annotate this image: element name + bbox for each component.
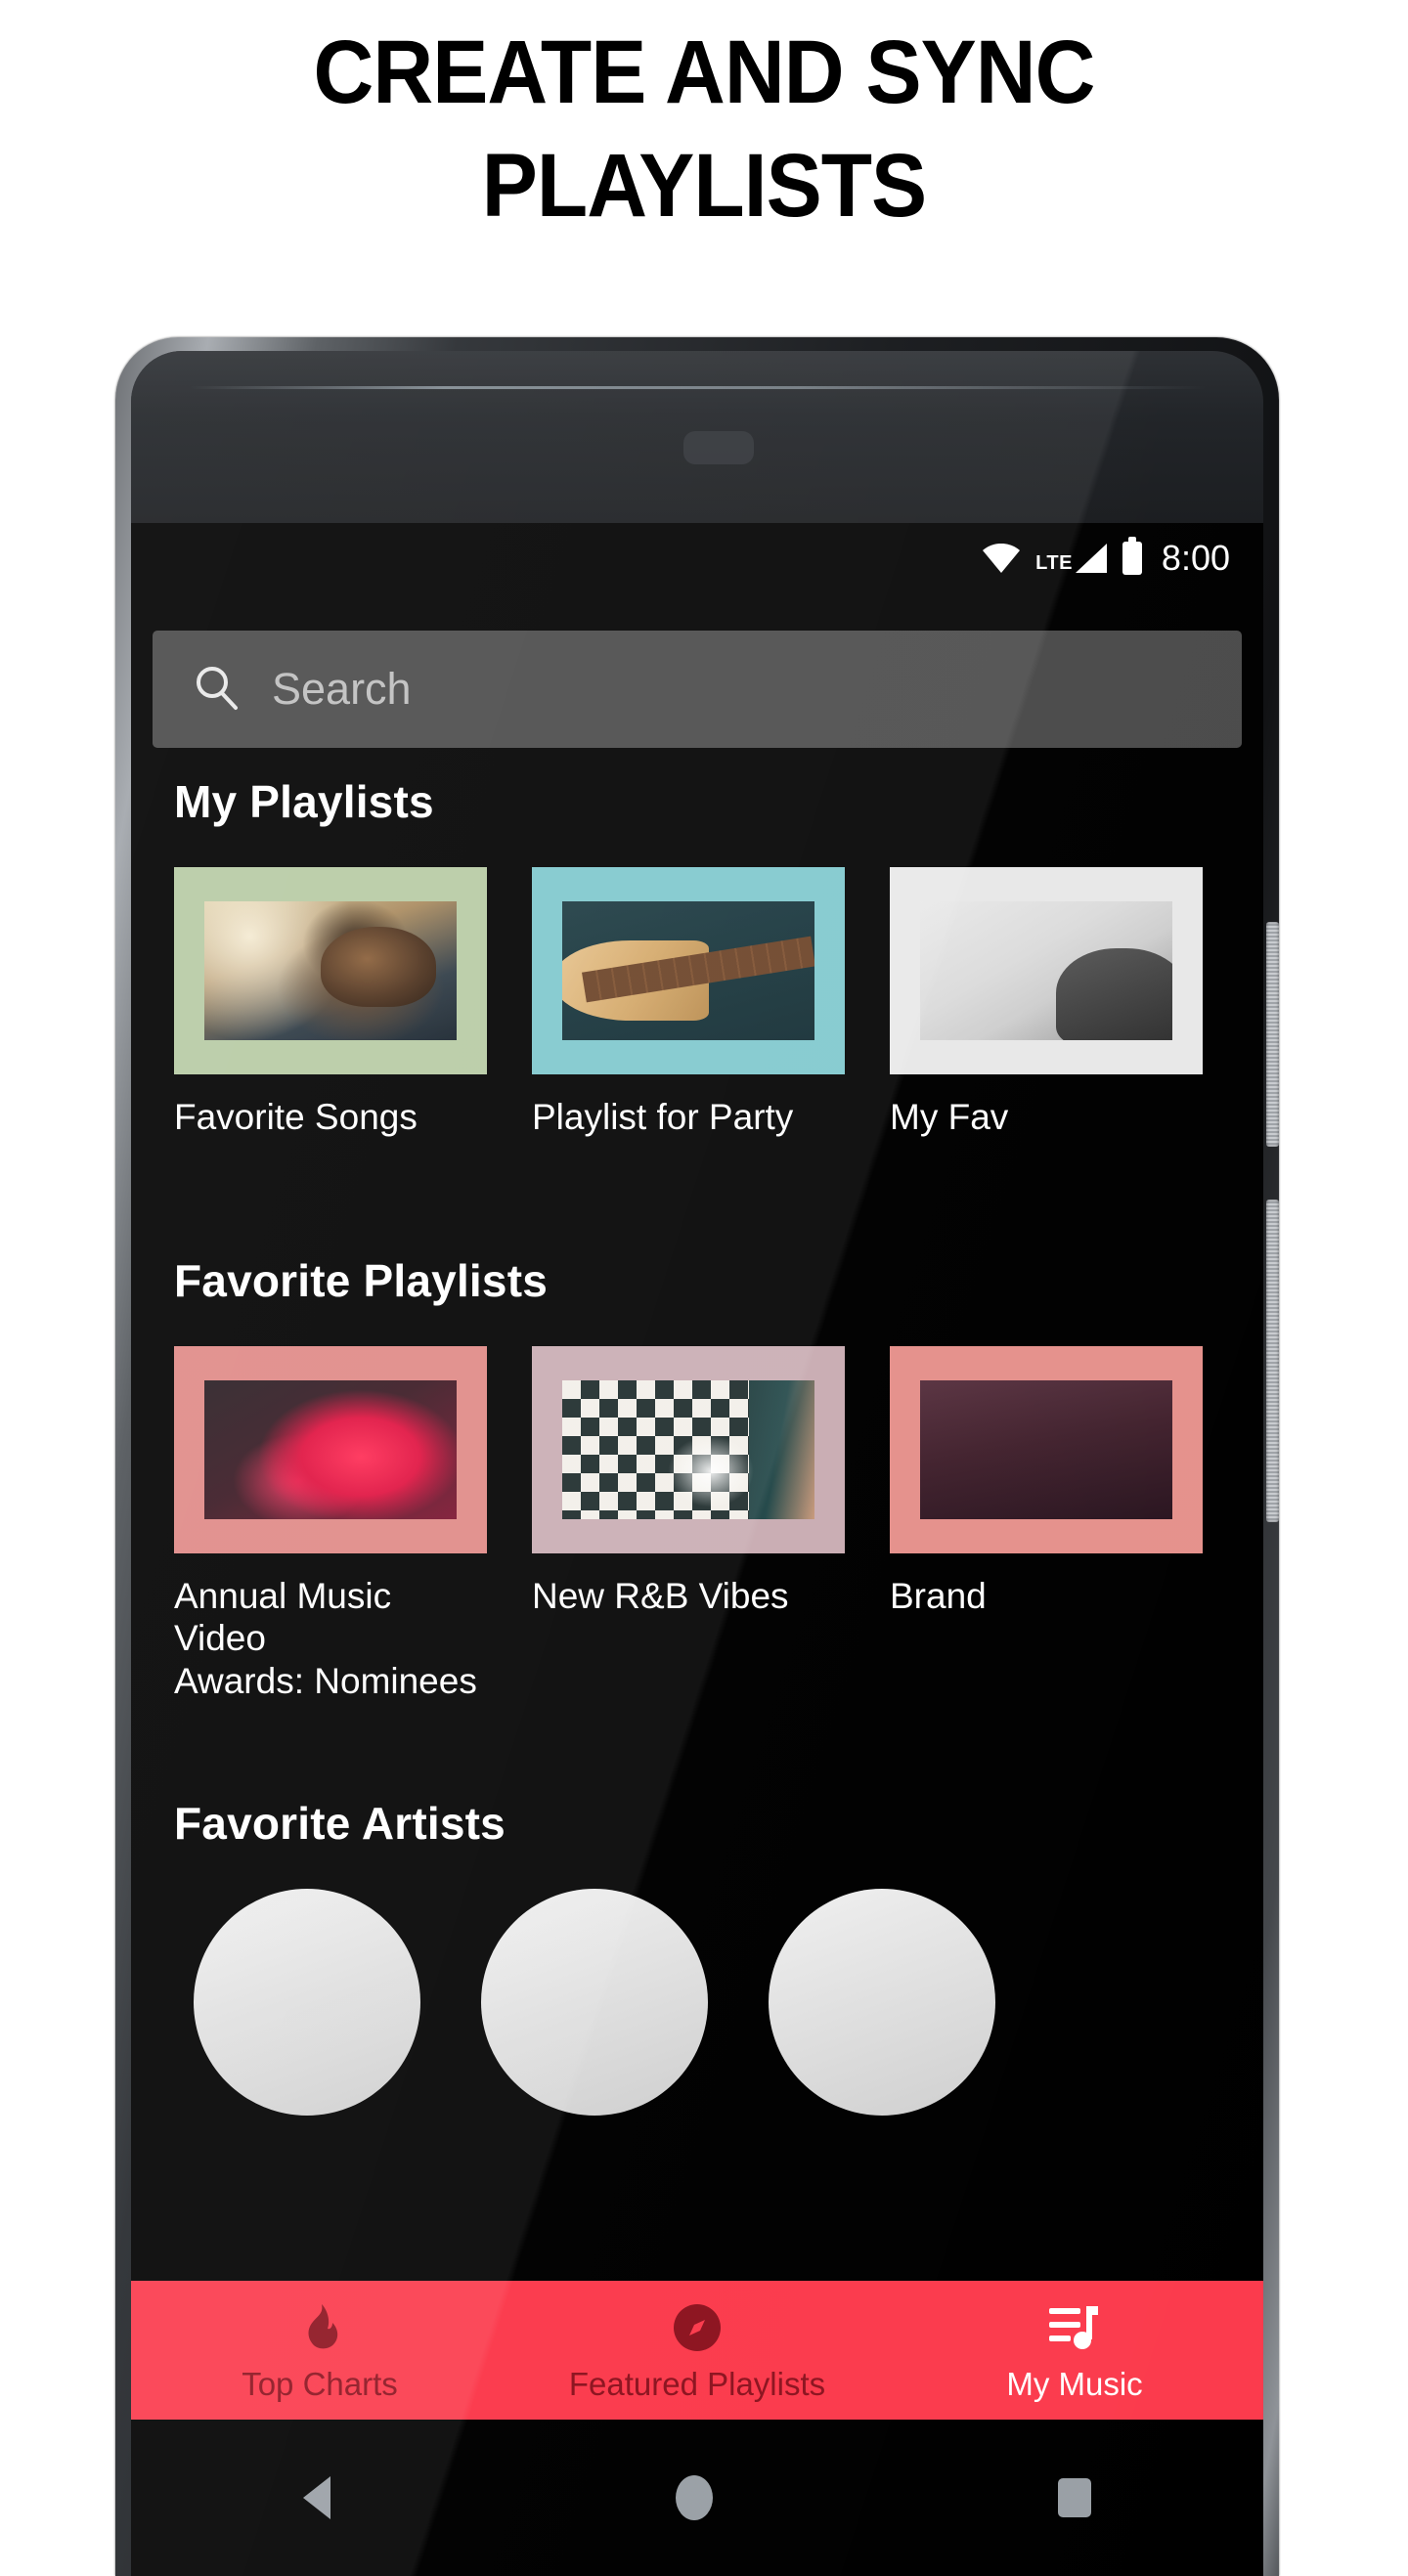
nav-tab-label: Top Charts (242, 2365, 398, 2402)
playlist-thumbnail (890, 1345, 1203, 1553)
playlist-artwork (204, 901, 457, 1040)
signal-icon: LTE (1035, 544, 1107, 573)
playlist-card-label: My Fav (890, 1097, 1009, 1137)
nav-tab-my-music[interactable]: My Music (886, 2301, 1263, 2400)
page-title: CREATE AND SYNC PLAYLISTS (49, 27, 1358, 231)
playlist-card[interactable]: Annual Music Video Awards: Nominees (174, 1345, 487, 1703)
home-circle-icon[interactable] (675, 2475, 713, 2520)
playlist-artwork (562, 901, 814, 1040)
playlist-thumbnail (532, 867, 845, 1074)
playlist-card-label: Annual Music Video Awards: Nominees (174, 1575, 477, 1701)
status-bar-clock: 8:00 (1161, 538, 1230, 578)
playlist-card[interactable]: My Fav (890, 867, 1203, 1139)
bottom-navigation-bar: Top Charts Featured Playlists My Music (131, 2281, 1263, 2420)
search-input[interactable]: Search (153, 631, 1242, 748)
artist-avatar[interactable] (769, 1888, 995, 2116)
playlist-row-my-playlists[interactable]: Favorite Songs Playlist for Party My Fav (174, 867, 1263, 1139)
nav-tab-top-charts[interactable]: Top Charts (131, 2301, 508, 2400)
battery-icon (1122, 537, 1142, 575)
phone-device-mockup: LTE 8:00 Search My Playlists Favorite So… (115, 337, 1279, 2576)
nav-tab-label: My Music (1006, 2365, 1143, 2402)
playlist-thumbnail (532, 1345, 845, 1553)
phone-front-glass: LTE 8:00 Search My Playlists Favorite So… (131, 351, 1263, 2576)
phone-screen: LTE 8:00 Search My Playlists Favorite So… (131, 523, 1263, 2420)
power-button[interactable] (1266, 922, 1279, 1147)
playlist-thumbnail (174, 1345, 487, 1553)
bezel-highlight (190, 386, 1207, 389)
artist-avatar[interactable] (194, 1888, 420, 2116)
playlist-card-label: Favorite Songs (174, 1097, 418, 1137)
section-title-favorite-playlists: Favorite Playlists (174, 1254, 548, 1306)
playlist-card-label: New R&B Vibes (532, 1575, 789, 1616)
nav-tab-featured-playlists[interactable]: Featured Playlists (508, 2301, 886, 2400)
section-title-favorite-artists: Favorite Artists (174, 1797, 506, 1849)
playlist-icon (1049, 2301, 1100, 2354)
headline-line-2: PLAYLISTS (481, 136, 927, 236)
playlist-artwork (920, 901, 1172, 1040)
artist-avatar[interactable] (481, 1888, 708, 2116)
status-bar: LTE 8:00 (131, 523, 1263, 613)
playlist-card-label: Playlist for Party (532, 1097, 794, 1137)
playlist-artwork (204, 1379, 457, 1519)
playlist-artwork (562, 1379, 814, 1519)
playlist-card[interactable]: Brand (890, 1345, 1203, 1703)
artist-row[interactable] (194, 1888, 1263, 2116)
playlist-thumbnail (174, 867, 487, 1074)
recents-square-icon[interactable] (1057, 2478, 1091, 2517)
search-icon (192, 663, 241, 717)
volume-button[interactable] (1266, 1200, 1279, 1522)
playlist-card[interactable]: New R&B Vibes (532, 1345, 845, 1703)
headline-line-1: CREATE AND SYNC (313, 22, 1096, 122)
playlist-card-label: Brand (890, 1575, 987, 1616)
playlist-card[interactable]: Playlist for Party (532, 867, 845, 1139)
playlist-thumbnail (890, 867, 1203, 1074)
playlist-artwork (920, 1379, 1172, 1519)
compass-icon (673, 2301, 722, 2354)
screen-content: My Playlists Favorite Songs Playlist for… (131, 775, 1263, 2116)
flame-icon (298, 2301, 341, 2354)
playlist-card[interactable]: Favorite Songs (174, 867, 487, 1139)
section-title-my-playlists: My Playlists (174, 776, 434, 827)
phone-top-bezel (131, 351, 1263, 652)
search-placeholder: Search (272, 664, 412, 714)
proximity-sensor-icon (683, 431, 754, 464)
playlist-row-favorite-playlists[interactable]: Annual Music Video Awards: Nominees New … (174, 1345, 1263, 1703)
nav-tab-label: Featured Playlists (568, 2365, 826, 2402)
back-triangle-icon[interactable] (303, 2476, 331, 2519)
wifi-icon (983, 544, 1021, 573)
network-type-label: LTE (1035, 552, 1073, 574)
android-system-nav (131, 2420, 1263, 2576)
